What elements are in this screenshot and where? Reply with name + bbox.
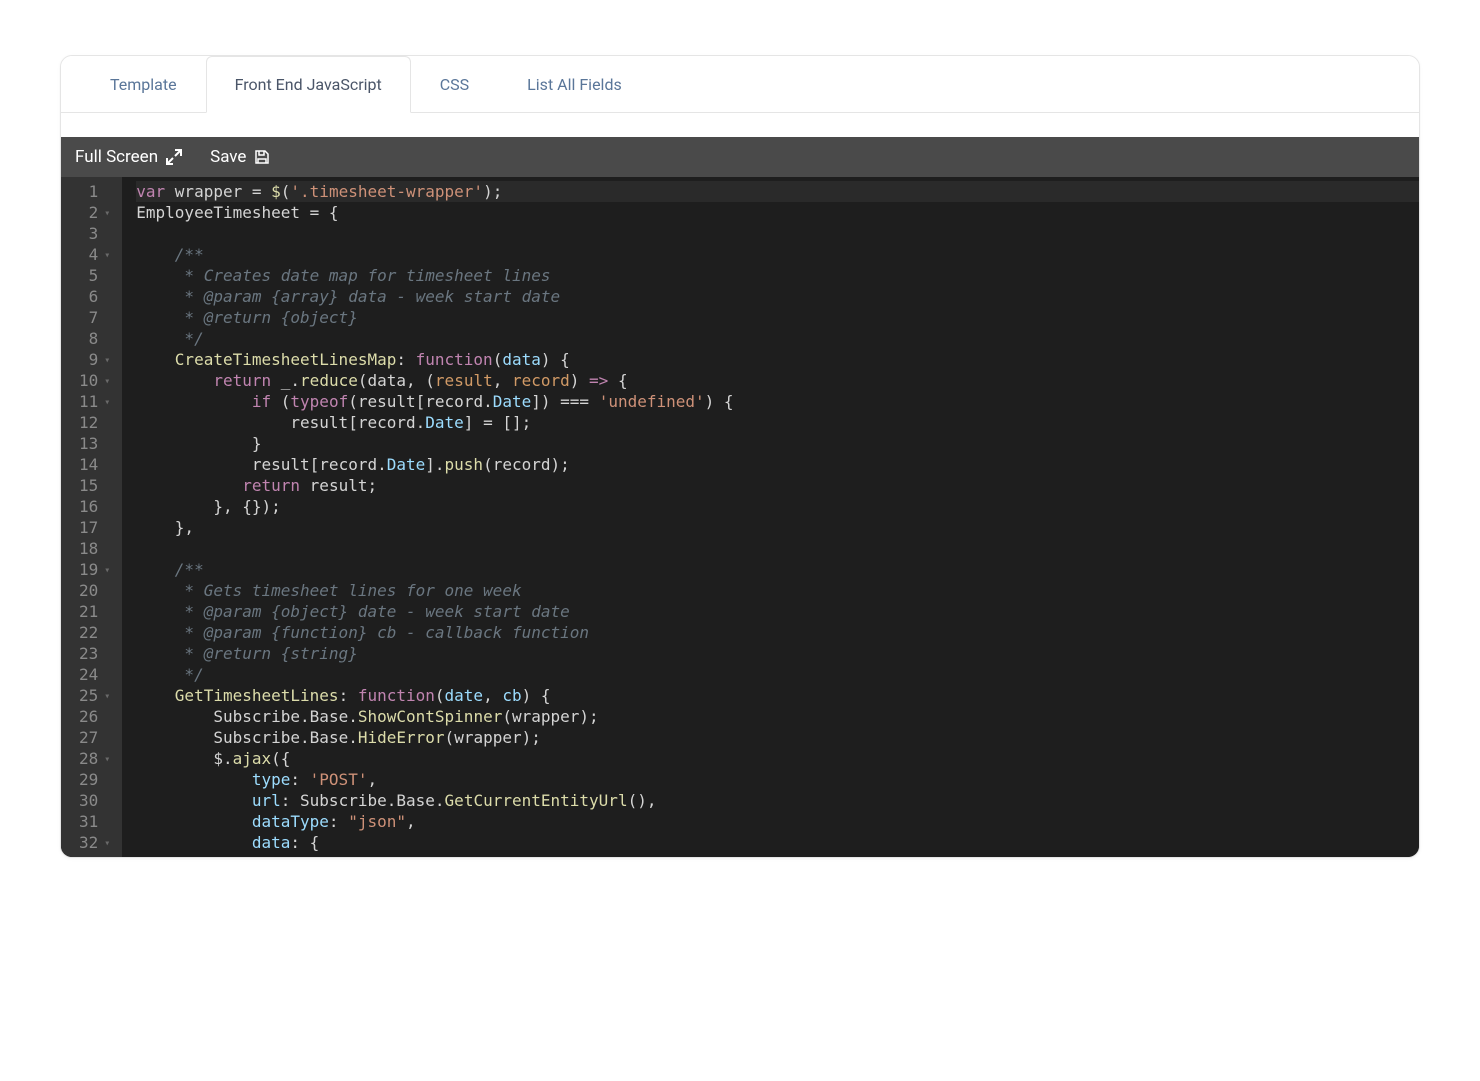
tab-front-end-javascript[interactable]: Front End JavaScript <box>206 56 411 113</box>
fold-marker-icon[interactable]: ▾ <box>102 560 112 581</box>
code-line[interactable]: GetTimesheetLines: function(date, cb) { <box>136 685 1419 706</box>
code-line[interactable]: EmployeeTimesheet = { <box>136 202 1419 223</box>
fullscreen-label: Full Screen <box>75 147 158 167</box>
code-line[interactable]: data: { <box>136 832 1419 853</box>
line-number: 24 <box>79 664 112 685</box>
fold-marker-icon[interactable]: ▾ <box>102 392 112 413</box>
line-number: 17 <box>79 517 112 538</box>
line-number: 9▾ <box>79 349 112 370</box>
code-content[interactable]: var wrapper = $('.timesheet-wrapper');Em… <box>122 177 1419 857</box>
line-number: 26 <box>79 706 112 727</box>
line-number: 18 <box>79 538 112 559</box>
line-number: 27 <box>79 727 112 748</box>
line-number: 5 <box>79 265 112 286</box>
line-number: 25▾ <box>79 685 112 706</box>
line-number: 6 <box>79 286 112 307</box>
line-number: 15 <box>79 475 112 496</box>
expand-icon <box>166 149 182 165</box>
code-line[interactable]: * @param {object} date - week start date <box>136 601 1419 622</box>
tab-bar: Template Front End JavaScript CSS List A… <box>61 56 1419 113</box>
line-number: 29 <box>79 769 112 790</box>
line-number: 21 <box>79 601 112 622</box>
editor-toolbar: Full Screen Save <box>61 137 1419 177</box>
code-line[interactable]: */ <box>136 328 1419 349</box>
code-line[interactable]: * @return {string} <box>136 643 1419 664</box>
fullscreen-button[interactable]: Full Screen <box>75 147 182 167</box>
code-line[interactable]: * @param {function} cb - callback functi… <box>136 622 1419 643</box>
save-label: Save <box>210 147 246 167</box>
line-number: 23 <box>79 643 112 664</box>
code-editor: Full Screen Save 1 2▾3 4▾5 6 7 8 9▾10▾11… <box>61 137 1419 857</box>
code-line[interactable]: result[record.Date].push(record); <box>136 454 1419 475</box>
tab-template[interactable]: Template <box>81 56 206 113</box>
editor-card: Template Front End JavaScript CSS List A… <box>60 55 1420 858</box>
code-line[interactable]: url: Subscribe.Base.GetCurrentEntityUrl(… <box>136 790 1419 811</box>
code-line[interactable]: } <box>136 433 1419 454</box>
code-line[interactable]: * Gets timesheet lines for one week <box>136 580 1419 601</box>
line-number: 31 <box>79 811 112 832</box>
fold-marker-icon[interactable]: ▾ <box>102 749 112 770</box>
line-number: 10▾ <box>79 370 112 391</box>
code-line[interactable]: type: 'POST', <box>136 769 1419 790</box>
line-number: 4▾ <box>79 244 112 265</box>
line-number: 16 <box>79 496 112 517</box>
code-line[interactable] <box>136 223 1419 244</box>
fold-marker-icon[interactable]: ▾ <box>102 203 112 224</box>
code-line[interactable]: $.ajax({ <box>136 748 1419 769</box>
code-line[interactable]: * @return {object} <box>136 307 1419 328</box>
code-line[interactable]: result[record.Date] = []; <box>136 412 1419 433</box>
line-number: 2▾ <box>79 202 112 223</box>
code-line[interactable]: * @param {array} data - week start date <box>136 286 1419 307</box>
code-line[interactable]: dataType: "json", <box>136 811 1419 832</box>
fold-marker-icon[interactable]: ▾ <box>102 371 112 392</box>
code-line[interactable]: Subscribe.Base.HideError(wrapper); <box>136 727 1419 748</box>
code-line[interactable]: }, <box>136 517 1419 538</box>
line-gutter: 1 2▾3 4▾5 6 7 8 9▾10▾11▾12 13 14 15 16 1… <box>61 177 122 857</box>
code-line[interactable]: return _.reduce(data, (result, record) =… <box>136 370 1419 391</box>
save-icon <box>254 149 270 165</box>
line-number: 28▾ <box>79 748 112 769</box>
code-line[interactable]: CreateTimesheetLinesMap: function(data) … <box>136 349 1419 370</box>
code-line[interactable]: /** <box>136 559 1419 580</box>
fold-marker-icon[interactable]: ▾ <box>102 833 112 854</box>
fold-marker-icon[interactable]: ▾ <box>102 245 112 266</box>
line-number: 7 <box>79 307 112 328</box>
code-line[interactable]: }, {}); <box>136 496 1419 517</box>
code-line[interactable] <box>136 538 1419 559</box>
code-line[interactable]: */ <box>136 664 1419 685</box>
code-line[interactable]: Subscribe.Base.ShowContSpinner(wrapper); <box>136 706 1419 727</box>
fold-marker-icon[interactable]: ▾ <box>102 350 112 371</box>
line-number: 30 <box>79 790 112 811</box>
line-number: 19▾ <box>79 559 112 580</box>
code-area[interactable]: 1 2▾3 4▾5 6 7 8 9▾10▾11▾12 13 14 15 16 1… <box>61 177 1419 857</box>
line-number: 22 <box>79 622 112 643</box>
code-line[interactable]: if (typeof(result[record.Date]) === 'und… <box>136 391 1419 412</box>
line-number: 20 <box>79 580 112 601</box>
tab-list-all-fields[interactable]: List All Fields <box>498 56 651 113</box>
save-button[interactable]: Save <box>210 147 270 167</box>
line-number: 13 <box>79 433 112 454</box>
line-number: 32▾ <box>79 832 112 853</box>
code-line[interactable]: /** <box>136 244 1419 265</box>
editor-wrap: Full Screen Save 1 2▾3 4▾5 6 7 8 9▾10▾11… <box>61 113 1419 857</box>
code-line[interactable]: var wrapper = $('.timesheet-wrapper'); <box>136 181 1419 202</box>
line-number: 14 <box>79 454 112 475</box>
code-line[interactable]: return result; <box>136 475 1419 496</box>
line-number: 11▾ <box>79 391 112 412</box>
line-number: 1 <box>79 181 112 202</box>
line-number: 8 <box>79 328 112 349</box>
line-number: 12 <box>79 412 112 433</box>
code-line[interactable]: * Creates date map for timesheet lines <box>136 265 1419 286</box>
line-number: 3 <box>79 223 112 244</box>
tab-css[interactable]: CSS <box>411 56 498 113</box>
fold-marker-icon[interactable]: ▾ <box>102 686 112 707</box>
